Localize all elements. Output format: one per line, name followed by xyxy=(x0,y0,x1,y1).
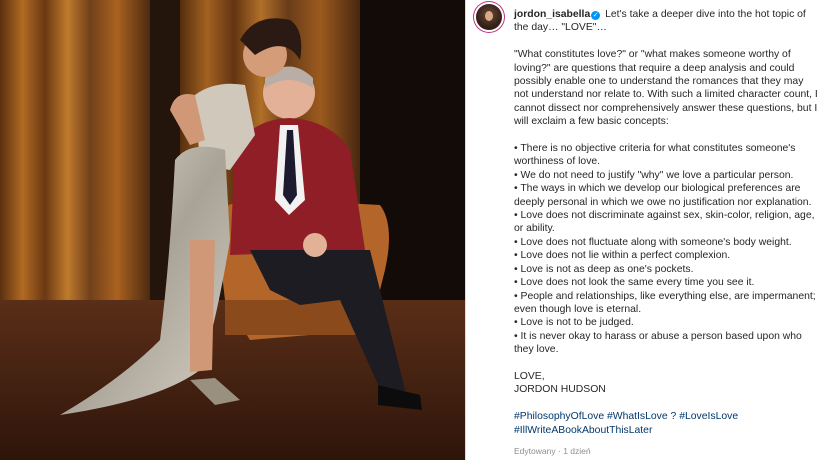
bullet-item: • Love does not discriminate against sex… xyxy=(514,210,815,235)
caption-intro: jordon_isabella ✓ Let's take a deeper div… xyxy=(514,8,820,35)
post-photo[interactable] xyxy=(0,0,465,460)
bullet-item: • Love does not look the same every time… xyxy=(514,277,755,289)
caption-panel: jordon_isabella ✓ Let's take a deeper div… xyxy=(476,0,824,460)
bullet-item: • There is no objective criteria for wha… xyxy=(514,143,796,168)
bullet-item: • The ways in which we develop our biolo… xyxy=(514,183,812,208)
bullet-item: • We do not need to justify "why" we lov… xyxy=(514,169,794,181)
hashtags-line[interactable]: #PhilosophyOfLove #WhatIsLove ? #LoveIsL… xyxy=(514,410,820,423)
post-time[interactable]: 1 dzień xyxy=(563,446,590,456)
meta-separator: · xyxy=(557,446,561,456)
avatar[interactable] xyxy=(476,4,502,30)
bullet-item: • People and relationships, like everyth… xyxy=(514,290,816,315)
caption-question: "What constitutes love?" or "what makes … xyxy=(514,49,818,128)
caption-text: jordon_isabella ✓ Let's take a deeper div… xyxy=(514,8,820,437)
panel-divider xyxy=(465,0,466,460)
verified-badge-icon: ✓ xyxy=(591,11,601,20)
username-link[interactable]: jordon_isabella xyxy=(514,9,590,20)
bullet-item: • Love does not lie within a perfect com… xyxy=(514,250,731,262)
signoff: LOVE, xyxy=(514,370,545,382)
photo-illustration xyxy=(0,0,465,460)
bullet-item: • It is never okay to harass or abuse a … xyxy=(514,330,802,356)
post-meta: Edytowany · 1 dzień xyxy=(514,445,591,458)
bullet-item: • Love is not to be judged. xyxy=(514,317,634,329)
bullet-item: • Love is not as deep as one's pockets. xyxy=(514,263,694,275)
hashtags-line[interactable]: #IllWriteABookAboutThisLater xyxy=(514,424,820,437)
bullet-item: • Love does not fluctuate along with som… xyxy=(514,236,792,248)
signature: JORDON HUDSON xyxy=(514,384,606,396)
edited-label: Edytowany xyxy=(514,446,556,456)
